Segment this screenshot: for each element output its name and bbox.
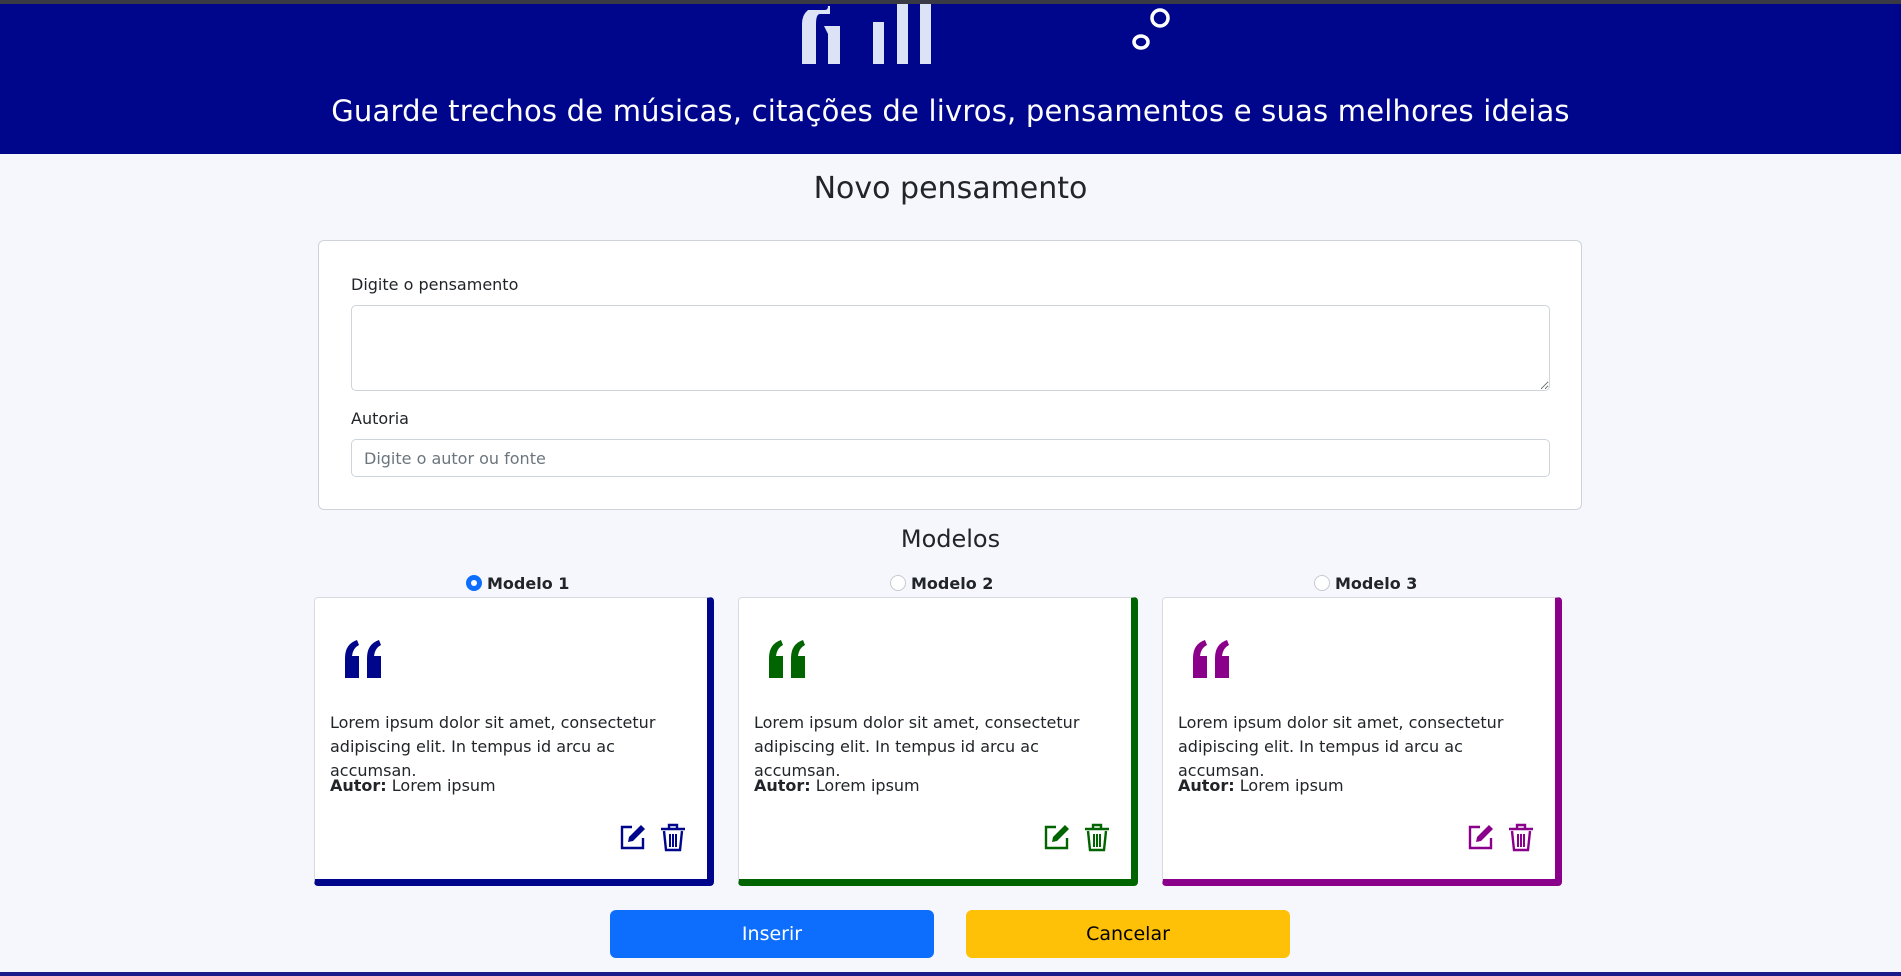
thought-form: Digite o pensamento Autoria	[318, 240, 1582, 510]
page-title: Novo pensamento	[813, 171, 1088, 206]
author-label: Autor:	[1178, 776, 1235, 795]
page-header: Guarde trechos de músicas, citações de l…	[0, 4, 1901, 154]
model-2-radio[interactable]: Modelo 2	[890, 572, 993, 594]
models-title: Modelos	[900, 525, 1001, 553]
model-3-author: Autor: Lorem ipsum	[1178, 776, 1344, 795]
model-1-radio[interactable]: Modelo 1	[466, 572, 569, 594]
quote-icon	[769, 640, 805, 678]
author-label: Autoria	[351, 409, 409, 428]
trash-icon[interactable]	[1506, 822, 1536, 852]
model-1-actions	[618, 822, 688, 852]
edit-icon[interactable]	[1042, 822, 1072, 852]
edit-icon[interactable]	[1466, 822, 1496, 852]
author-name: Lorem ipsum	[815, 776, 920, 795]
author-label: Autor:	[754, 776, 811, 795]
author-input[interactable]	[351, 439, 1550, 477]
model-1-text: Lorem ipsum dolor sit amet, consectetur …	[330, 713, 656, 780]
model-1-card: Lorem ipsum dolor sit amet, consectetur …	[314, 597, 714, 886]
model-2-actions	[1042, 822, 1112, 852]
thought-textarea[interactable]	[351, 305, 1550, 391]
author-name: Lorem ipsum	[1239, 776, 1344, 795]
memoteca-logo	[802, 4, 1170, 64]
thought-label: Digite o pensamento	[351, 275, 519, 294]
model-3-text: Lorem ipsum dolor sit amet, consectetur …	[1178, 713, 1504, 780]
quote-icon	[345, 640, 381, 678]
radio-checked-icon[interactable]	[466, 575, 482, 591]
radio-unchecked-icon[interactable]	[890, 575, 906, 591]
author-name: Lorem ipsum	[391, 776, 496, 795]
cancel-button[interactable]: Cancelar	[966, 910, 1290, 958]
model-2-label: Modelo 2	[911, 573, 994, 593]
trash-icon[interactable]	[658, 822, 688, 852]
model-2-author: Autor: Lorem ipsum	[754, 776, 920, 795]
edit-icon[interactable]	[618, 822, 648, 852]
model-2-card: Lorem ipsum dolor sit amet, consectetur …	[738, 597, 1138, 886]
model-3-card: Lorem ipsum dolor sit amet, consectetur …	[1162, 597, 1562, 886]
model-3-actions	[1466, 822, 1536, 852]
header-tagline: Guarde trechos de músicas, citações de l…	[331, 94, 1570, 128]
page-bottom-border	[0, 972, 1901, 976]
model-2-text: Lorem ipsum dolor sit amet, consectetur …	[754, 713, 1080, 780]
model-1-label: Modelo 1	[487, 573, 570, 593]
radio-unchecked-icon[interactable]	[1314, 575, 1330, 591]
quote-icon	[1193, 640, 1229, 678]
trash-icon[interactable]	[1082, 822, 1112, 852]
model-3-label: Modelo 3	[1335, 573, 1418, 593]
model-1-author: Autor: Lorem ipsum	[330, 776, 496, 795]
author-label: Autor:	[330, 776, 387, 795]
insert-button[interactable]: Inserir	[610, 910, 934, 958]
model-3-radio[interactable]: Modelo 3	[1314, 572, 1417, 594]
